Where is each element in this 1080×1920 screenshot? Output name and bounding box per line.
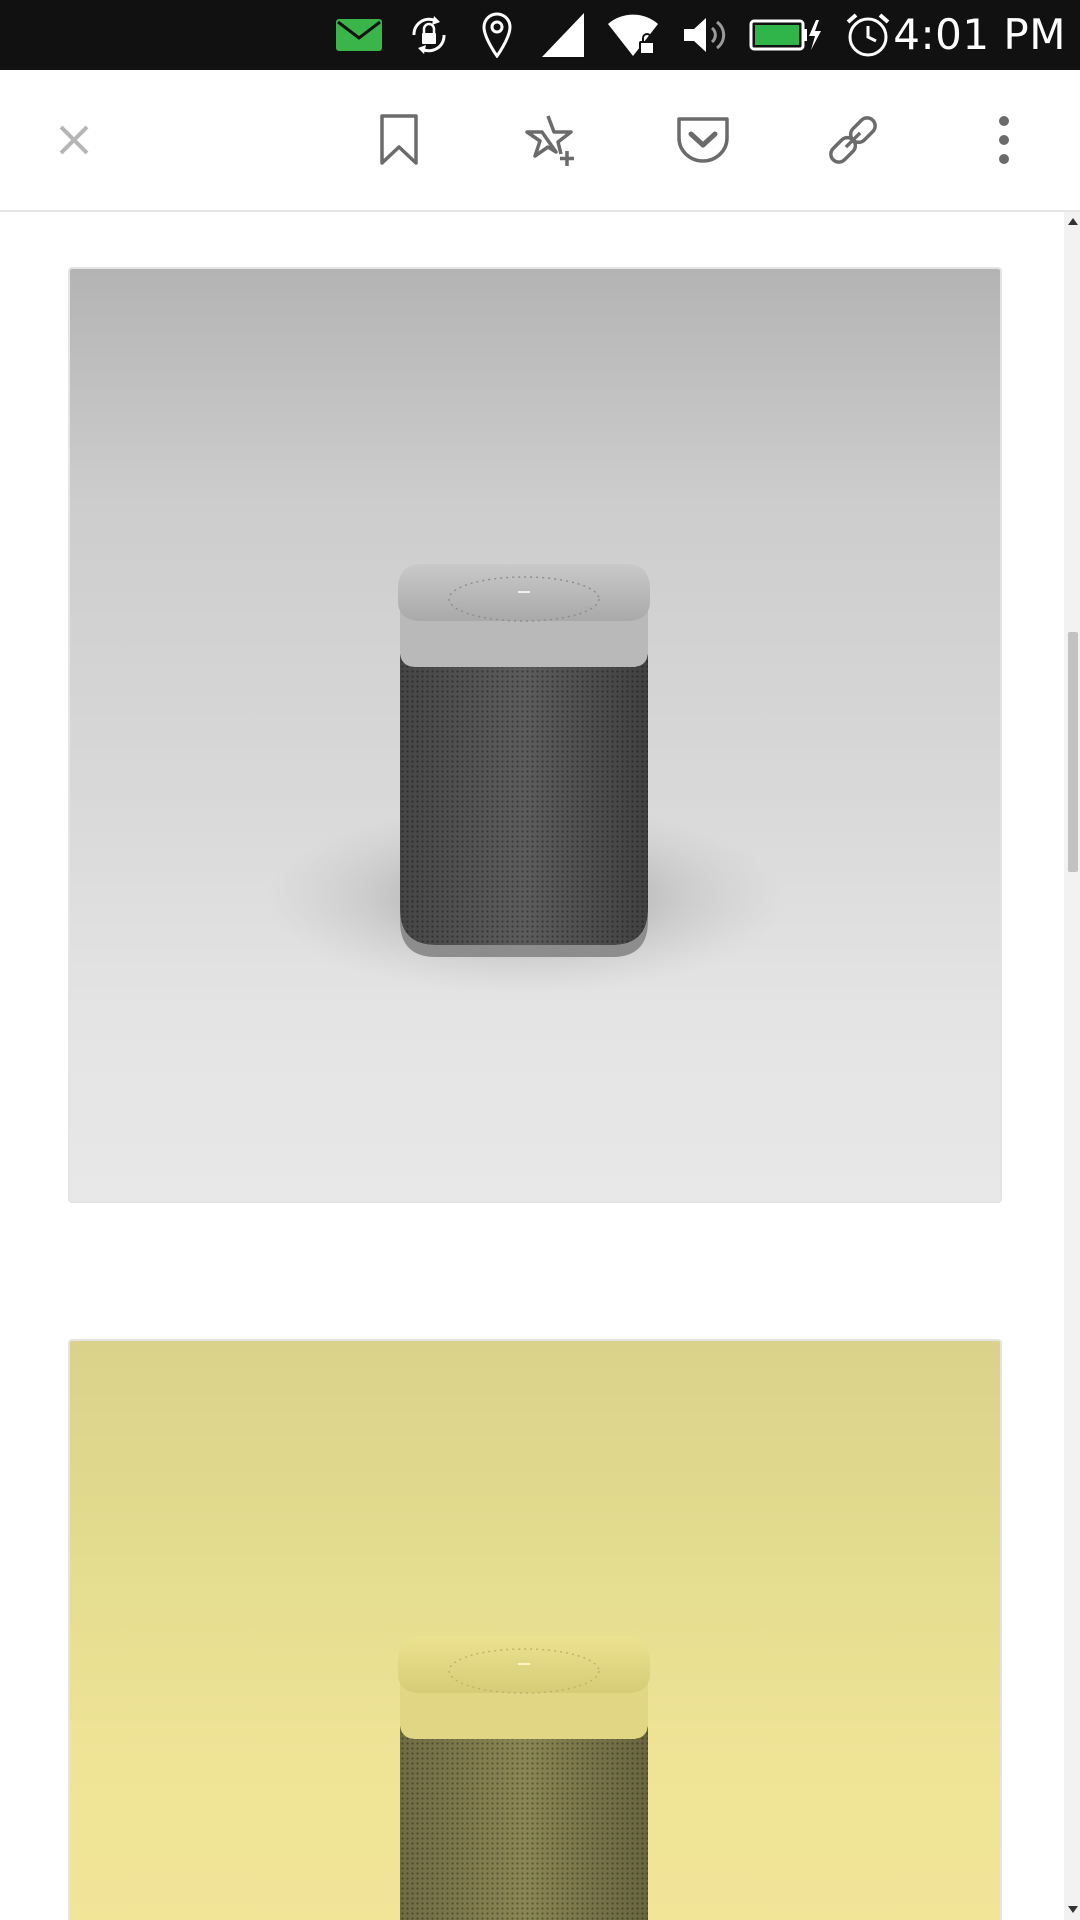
add-favorite-icon	[525, 115, 574, 166]
signal-icon	[541, 10, 585, 60]
more-options-button[interactable]	[964, 100, 1044, 180]
close-icon	[59, 125, 89, 155]
location-icon	[480, 10, 514, 60]
battery-charging-icon	[749, 10, 823, 60]
product-image-gray-speaker	[68, 267, 1002, 1203]
copy-link-button[interactable]	[813, 100, 893, 180]
volume-icon	[682, 10, 728, 60]
add-favorite-button[interactable]	[511, 100, 591, 180]
product-image-yellow-speaker	[68, 1339, 1002, 1920]
screen-rotation-lock-icon	[404, 10, 454, 60]
reader-toolbar	[0, 70, 1080, 212]
more-options-icon	[999, 116, 1009, 164]
pocket-icon	[677, 117, 729, 163]
scrollbar-thumb[interactable]	[1068, 632, 1078, 872]
alarm-icon	[844, 10, 892, 60]
wifi-icon	[608, 10, 658, 60]
scroll-down-arrow-icon[interactable]	[1068, 1906, 1078, 1913]
scroll-up-arrow-icon[interactable]	[1068, 218, 1078, 225]
scrollbar-track[interactable]	[1064, 212, 1080, 1920]
clock-time: 4:01 PM	[893, 10, 1066, 59]
bookmark-icon	[380, 114, 418, 165]
bookmark-button[interactable]	[359, 100, 439, 180]
save-to-pocket-button[interactable]	[663, 100, 743, 180]
status-bar: 4:01 PM	[0, 0, 1080, 70]
mail-icon	[336, 10, 382, 60]
link-icon	[829, 116, 877, 164]
article-content	[0, 212, 1080, 1920]
close-button[interactable]	[34, 100, 114, 180]
